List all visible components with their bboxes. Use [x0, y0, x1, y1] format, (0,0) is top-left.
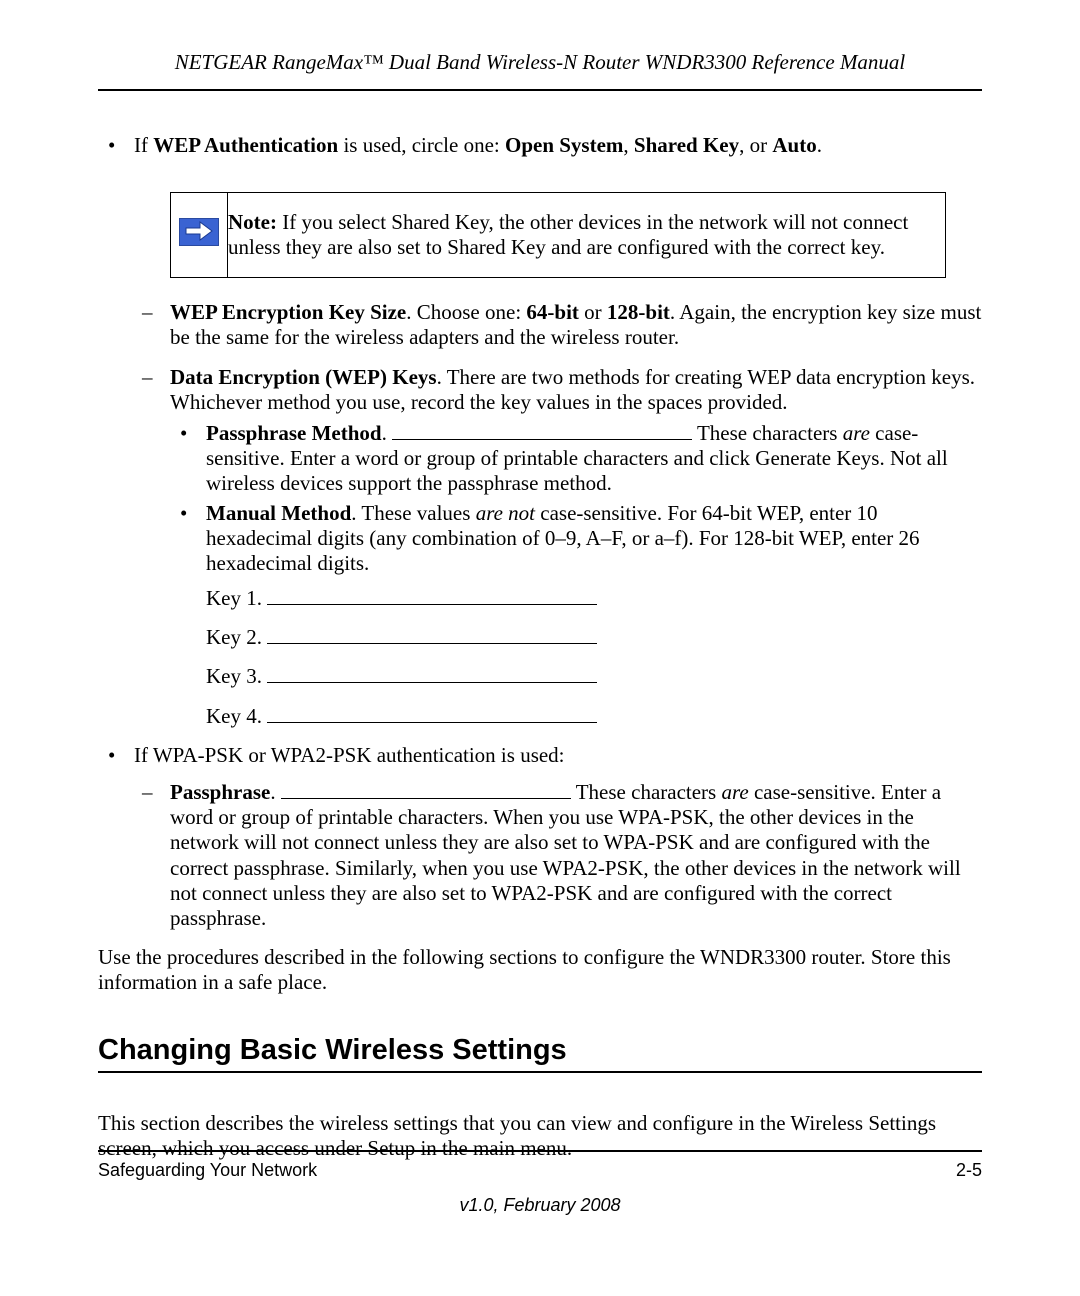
- text: If: [134, 133, 153, 157]
- text: , or: [739, 133, 772, 157]
- closing-paragraph: Use the procedures described in the foll…: [98, 945, 982, 995]
- blank-fill: [267, 586, 597, 605]
- blank-fill: [392, 421, 692, 440]
- text-bold: 128-bit: [607, 300, 670, 324]
- text-bold: Open System: [505, 133, 623, 157]
- note-label: Note:: [228, 210, 277, 234]
- key-1-line: Key 1.: [206, 586, 982, 611]
- text: ,: [623, 133, 634, 157]
- text: If WPA-PSK or WPA2-PSK authentication is…: [134, 743, 565, 767]
- running-header: NETGEAR RangeMax™ Dual Band Wireless-N R…: [98, 50, 982, 75]
- section-rule: [98, 1071, 982, 1073]
- text-bold: Auto: [772, 133, 816, 157]
- page: NETGEAR RangeMax™ Dual Band Wireless-N R…: [0, 0, 1080, 1296]
- footer-left: Safeguarding Your Network: [98, 1160, 317, 1181]
- text: . These values: [351, 501, 475, 525]
- text-bold: Shared Key: [634, 133, 739, 157]
- blank-fill: [267, 625, 597, 644]
- text-bold: Passphrase: [170, 780, 270, 804]
- header-rule: [98, 89, 982, 91]
- text: These characters: [571, 780, 722, 804]
- text-italic: are: [721, 780, 748, 804]
- key-3-label: Key 3.: [206, 664, 267, 688]
- bullet-manual-method: Manual Method. These values are not case…: [170, 501, 982, 577]
- text: These characters: [692, 421, 843, 445]
- bullet-wpa-passphrase: Passphrase. These characters are case-se…: [134, 780, 982, 931]
- text-bold: WEP Encryption Key Size: [170, 300, 406, 324]
- text-italic: are: [843, 421, 870, 445]
- blank-fill: [267, 704, 597, 723]
- bullet-passphrase-method: Passphrase Method. These characters are …: [170, 421, 982, 497]
- text: . Choose one:: [406, 300, 526, 324]
- note-icon-cell: [171, 193, 228, 278]
- note-body: If you select Shared Key, the other devi…: [228, 210, 908, 259]
- note-box: Note: If you select Shared Key, the othe…: [170, 192, 946, 278]
- blank-fill: [281, 780, 571, 799]
- text-bold: Data Encryption (WEP) Keys: [170, 365, 437, 389]
- bullet-wep-keysize: WEP Encryption Key Size. Choose one: 64-…: [134, 300, 982, 350]
- footer-version: v1.0, February 2008: [98, 1195, 982, 1216]
- keys-block: Key 1. Key 2. Key 3. Key 4.: [206, 586, 982, 729]
- section-heading: Changing Basic Wireless Settings: [98, 1034, 982, 1067]
- blank-fill: [267, 665, 597, 684]
- bullet-wpa: If WPA-PSK or WPA2-PSK authentication is…: [98, 743, 982, 931]
- text-bold: WEP Authentication: [153, 133, 338, 157]
- key-4-label: Key 4.: [206, 704, 267, 728]
- text: .: [817, 133, 822, 157]
- text: is used, circle one:: [338, 133, 505, 157]
- text-bold: Manual Method: [206, 501, 351, 525]
- bullet-wep-auth: If WEP Authentication is used, circle on…: [98, 133, 982, 729]
- body-content: If WEP Authentication is used, circle on…: [98, 133, 982, 996]
- key-2-line: Key 2.: [206, 625, 982, 650]
- text: .: [382, 421, 393, 445]
- key-2-label: Key 2.: [206, 625, 267, 649]
- key-3-line: Key 3.: [206, 664, 982, 689]
- text: .: [270, 780, 281, 804]
- text-bold: 64-bit: [526, 300, 579, 324]
- note-text: Note: If you select Shared Key, the othe…: [228, 193, 946, 278]
- text-italic: are not: [476, 501, 535, 525]
- text: case-sensitive. Enter a word or group of…: [170, 780, 961, 930]
- page-footer: Safeguarding Your Network 2-5 v1.0, Febr…: [98, 1150, 982, 1216]
- footer-rule: [98, 1150, 982, 1152]
- key-4-line: Key 4.: [206, 704, 982, 729]
- key-1-label: Key 1.: [206, 586, 267, 610]
- text-bold: Passphrase Method: [206, 421, 382, 445]
- text: or: [579, 300, 607, 324]
- bullet-data-keys: Data Encryption (WEP) Keys. There are tw…: [134, 365, 982, 729]
- arrow-right-icon: [179, 218, 219, 246]
- footer-right-page: 2-5: [956, 1160, 982, 1181]
